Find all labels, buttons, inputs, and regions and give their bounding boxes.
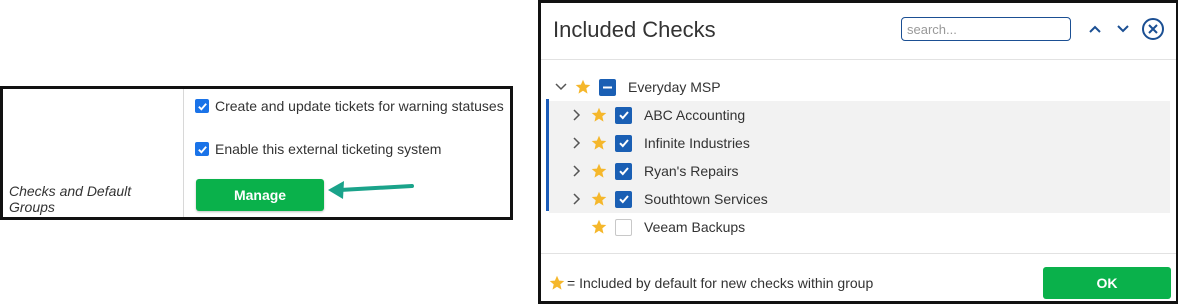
footer-divider xyxy=(541,253,1176,254)
checkbox-checked-icon[interactable] xyxy=(615,134,632,152)
checkbox-checked-icon[interactable] xyxy=(615,162,632,180)
divider xyxy=(183,89,184,217)
chevron-right-icon[interactable] xyxy=(569,135,585,151)
manage-button[interactable]: Manage xyxy=(196,179,324,211)
checkbox-checked-icon[interactable] xyxy=(195,99,209,113)
tree-node-infinite-industries[interactable]: Infinite Industries xyxy=(549,129,1170,157)
chevron-down-icon[interactable] xyxy=(1113,19,1133,39)
option-label: Create and update tickets for warning st… xyxy=(215,98,504,114)
checks-default-groups-label: Checks and Default Groups xyxy=(9,183,132,215)
tree-node-veeam-backups[interactable]: Veeam Backups xyxy=(549,213,745,241)
header-divider xyxy=(541,59,1176,60)
search-input[interactable] xyxy=(901,17,1071,41)
option-label: Enable this external ticketing system xyxy=(215,141,442,157)
chevron-up-icon[interactable] xyxy=(1085,19,1105,39)
star-icon[interactable] xyxy=(591,191,607,207)
star-icon xyxy=(549,275,565,291)
legend-text: = Included by default for new checks wit… xyxy=(567,275,874,291)
chevron-right-icon[interactable] xyxy=(569,191,585,207)
chevron-down-icon[interactable] xyxy=(553,79,569,95)
tree-node-label: Southtown Services xyxy=(644,191,768,207)
star-icon[interactable] xyxy=(591,107,607,123)
close-circle-icon[interactable] xyxy=(1141,17,1165,41)
checkbox-checked-icon[interactable] xyxy=(615,190,632,208)
settings-panel: Create and update tickets for warning st… xyxy=(0,86,513,220)
ok-button[interactable]: OK xyxy=(1043,267,1171,299)
star-icon[interactable] xyxy=(591,135,607,151)
option-enable-external-ticketing[interactable]: Enable this external ticketing system xyxy=(195,139,441,159)
included-checks-dialog: Included Checks Everyday MSP xyxy=(538,0,1178,304)
checkbox-checked-icon[interactable] xyxy=(195,142,209,156)
tree-node-label: Everyday MSP xyxy=(628,79,721,95)
star-icon[interactable] xyxy=(575,79,591,95)
tree-node-ryans-repairs[interactable]: Ryan's Repairs xyxy=(549,157,1170,185)
legend: = Included by default for new checks wit… xyxy=(549,275,873,291)
star-icon[interactable] xyxy=(591,163,607,179)
tree-node-label: Ryan's Repairs xyxy=(644,163,739,179)
tree-node-everyday-msp[interactable]: Everyday MSP xyxy=(553,73,721,101)
tree-node-southtown-services[interactable]: Southtown Services xyxy=(549,185,1170,213)
tree-node-abc-accounting[interactable]: ABC Accounting xyxy=(549,101,1170,129)
tree-node-label: ABC Accounting xyxy=(644,107,746,123)
star-icon[interactable] xyxy=(591,219,607,235)
chevron-right-icon[interactable] xyxy=(569,107,585,123)
checkbox-checked-icon[interactable] xyxy=(615,106,632,124)
dialog-title: Included Checks xyxy=(553,17,716,42)
arrow-icon xyxy=(328,181,414,199)
tree-node-label: Infinite Industries xyxy=(644,135,750,151)
tree-node-label: Veeam Backups xyxy=(644,219,746,235)
checkbox-unchecked-icon[interactable] xyxy=(615,218,632,236)
checkbox-partial-icon[interactable] xyxy=(599,78,616,96)
option-create-update-tickets[interactable]: Create and update tickets for warning st… xyxy=(195,96,504,116)
chevron-right-icon[interactable] xyxy=(569,163,585,179)
